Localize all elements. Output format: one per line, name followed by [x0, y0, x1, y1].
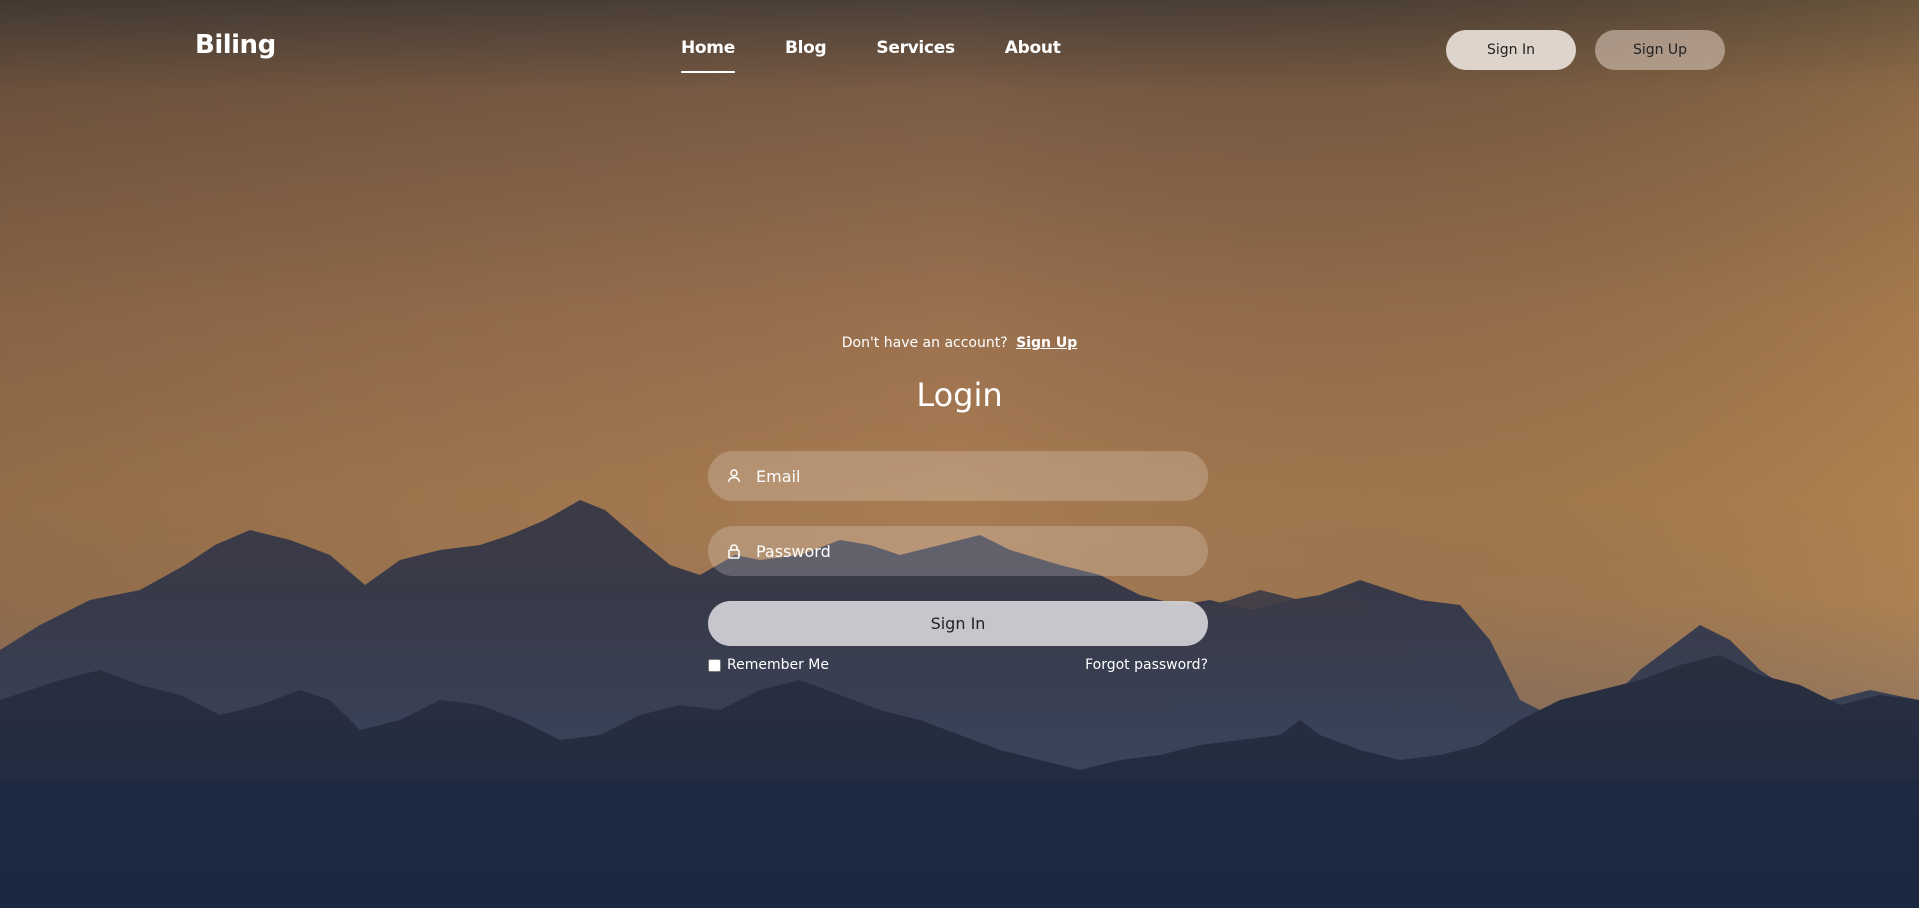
email-field[interactable]: [708, 451, 1208, 501]
email-input[interactable]: [754, 465, 1178, 487]
nav-links: Home Blog Services About: [681, 38, 1111, 73]
sign-in-button[interactable]: Sign In: [708, 601, 1208, 646]
signup-link[interactable]: Sign Up: [1016, 335, 1077, 351]
nav-link-services[interactable]: Services: [876, 38, 955, 58]
nav-link-blog[interactable]: Blog: [785, 38, 827, 58]
header-sign-up-button[interactable]: Sign Up: [1595, 30, 1725, 70]
lock-icon: [726, 543, 742, 559]
user-icon: [726, 468, 742, 484]
nav-link-home[interactable]: Home: [681, 38, 735, 73]
remember-me-label: Remember Me: [727, 657, 829, 673]
login-title: Login: [916, 376, 1003, 414]
password-input[interactable]: [754, 540, 1178, 562]
remember-me-checkbox[interactable]: [708, 658, 721, 672]
remember-me[interactable]: Remember Me: [708, 657, 829, 673]
signup-prompt: Don't have an account? Sign Up: [0, 335, 1919, 351]
nav-link-about[interactable]: About: [1005, 38, 1061, 58]
password-field[interactable]: [708, 526, 1208, 576]
top-navigation: Biling Home Blog Services About Sign In …: [0, 0, 1919, 100]
header-sign-in-button[interactable]: Sign In: [1446, 30, 1576, 70]
login-page: Biling Home Blog Services About Sign In …: [0, 0, 1919, 908]
signup-prompt-text: Don't have an account?: [841, 335, 1008, 351]
site-logo[interactable]: Biling: [195, 30, 276, 60]
forgot-password-link[interactable]: Forgot password?: [1000, 657, 1208, 673]
